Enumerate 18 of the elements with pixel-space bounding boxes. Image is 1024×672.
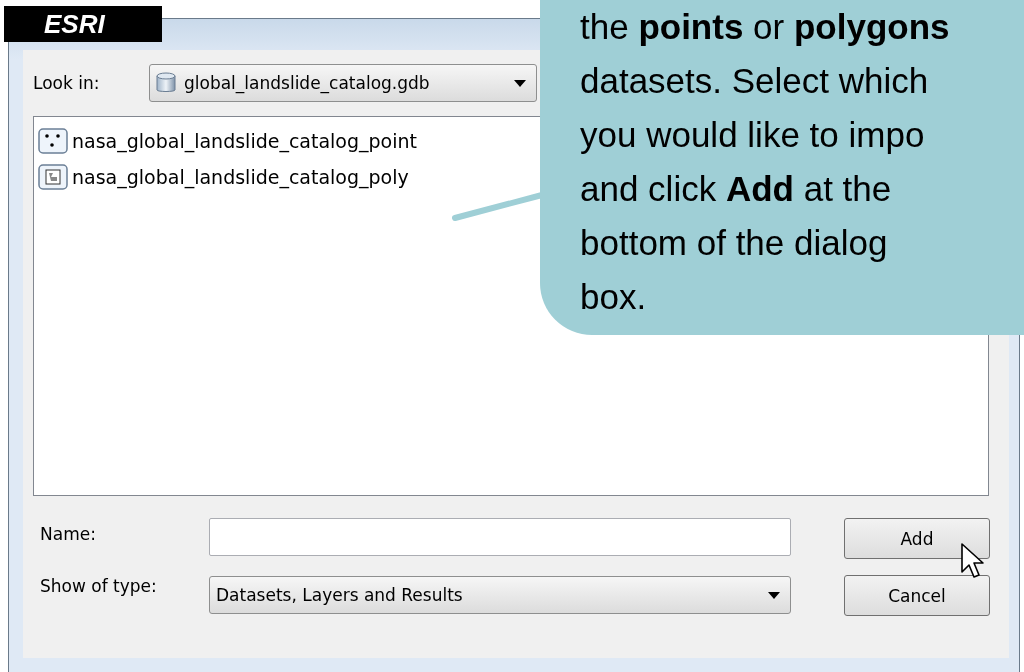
add-button[interactable]: Add xyxy=(844,518,990,559)
point-layer-icon xyxy=(38,128,68,154)
caret-icon xyxy=(514,79,526,87)
database-icon xyxy=(156,72,176,94)
callout-text: the points or polygons datasets. Select which you would like to impo and click Add at the bottom of the dialog box. xyxy=(580,6,950,318)
name-field[interactable] xyxy=(209,518,791,556)
dataset-item[interactable]: nasa_global_landslide_catalog_poly xyxy=(38,159,409,195)
caret-icon xyxy=(768,591,780,599)
type-label: Show of type: xyxy=(40,576,158,596)
type-dropdown[interactable]: Datasets, Layers and Results xyxy=(209,576,791,614)
name-label: Name: xyxy=(40,524,97,544)
mouse-cursor-icon xyxy=(960,542,984,580)
dataset-item[interactable]: nasa_global_landslide_catalog_point xyxy=(38,123,417,159)
cancel-button[interactable]: Cancel xyxy=(844,575,990,616)
look-in-label: Look in: xyxy=(33,73,101,93)
polygon-layer-icon xyxy=(38,164,68,190)
look-in-dropdown[interactable]: global_landslide_catalog.gdb xyxy=(149,64,537,102)
esri-logo: ESRI xyxy=(4,6,162,42)
